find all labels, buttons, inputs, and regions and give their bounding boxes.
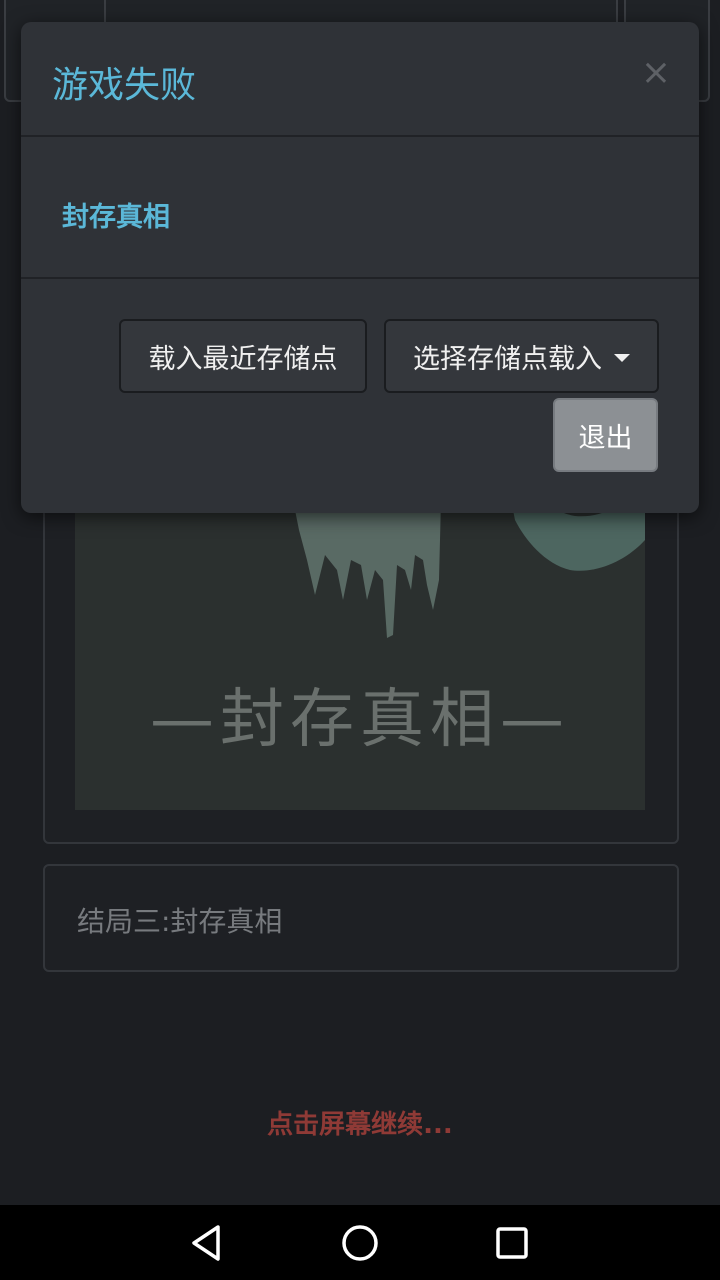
ending-artwork-graphic: [293, 500, 645, 638]
tap-to-continue-hint[interactable]: 点击屏幕继续...: [0, 1104, 720, 1141]
select-save-dropdown-button[interactable]: 选择存储点载入: [384, 319, 659, 393]
home-icon[interactable]: [336, 1219, 384, 1267]
recents-icon[interactable]: [488, 1219, 536, 1267]
ending-artwork: [75, 500, 645, 810]
back-icon[interactable]: [182, 1219, 230, 1267]
ending-label-box: 结局三:封存真相: [43, 864, 679, 972]
select-save-label: 选择存储点载入: [413, 343, 602, 375]
exit-button[interactable]: 退出: [553, 398, 658, 472]
caret-down-icon: [614, 354, 630, 362]
game-over-dialog: 游戏失败 × 封存真相 载入最近存储点 选择存储点载入 退出: [21, 22, 699, 513]
system-navigation-bar: [0, 1205, 720, 1280]
dialog-body: 封存真相: [21, 137, 699, 279]
exit-label: 退出: [578, 422, 633, 454]
dialog-header: 游戏失败 ×: [21, 22, 699, 137]
dialog-body-text: 封存真相: [62, 202, 170, 233]
dialog-title: 游戏失败: [52, 65, 197, 106]
ending-label: 结局三:封存真相: [77, 905, 283, 938]
load-latest-save-label: 载入最近存储点: [148, 343, 338, 375]
ending-art-title: —封存真相—: [150, 683, 570, 757]
load-latest-save-button[interactable]: 载入最近存储点: [119, 319, 367, 393]
close-icon[interactable]: ×: [641, 52, 671, 93]
